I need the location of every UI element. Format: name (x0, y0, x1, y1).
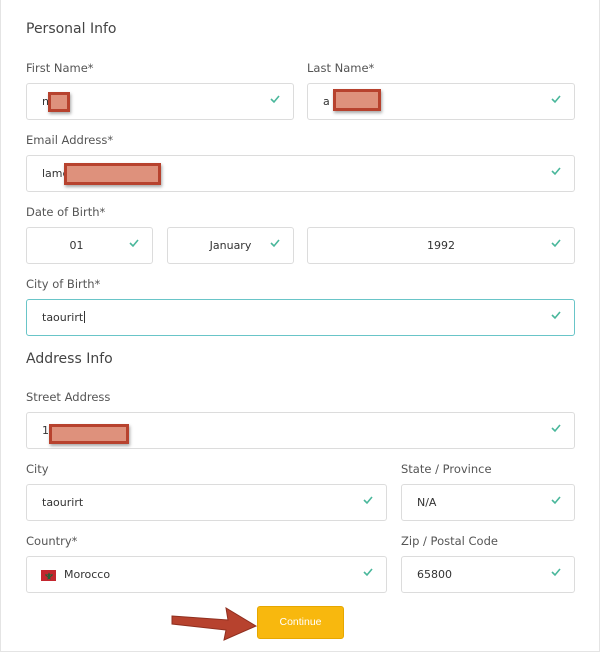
check-icon (548, 494, 564, 510)
zip-value: 65800 (417, 568, 452, 581)
redaction-box (333, 89, 381, 111)
last-name-label: Last Name* (307, 61, 375, 75)
zip-field[interactable]: 65800 (401, 556, 575, 593)
check-icon (548, 165, 564, 181)
country-value: Morocco (64, 568, 111, 581)
city-of-birth-field[interactable]: taourirt (26, 299, 575, 336)
first-name-label: First Name* (26, 61, 94, 75)
check-icon (267, 93, 283, 109)
text-caret (84, 311, 86, 323)
dob-day-value: 01 (69, 239, 84, 252)
state-value: N/A (417, 496, 437, 509)
dob-year-select[interactable]: 1992 (307, 227, 575, 264)
check-icon (267, 237, 283, 253)
street-value: 1 (42, 424, 49, 437)
street-label: Street Address (26, 390, 111, 404)
check-icon (548, 422, 564, 438)
state-field[interactable]: N/A (401, 484, 575, 521)
email-label: Email Address* (26, 133, 114, 147)
dob-year-value: 1992 (427, 239, 455, 252)
dob-month-select[interactable]: January (167, 227, 294, 264)
continue-button[interactable]: Continue (257, 606, 344, 639)
city-of-birth-label: City of Birth* (26, 277, 101, 291)
country-select[interactable]: Morocco (26, 556, 387, 593)
state-label: State / Province (401, 462, 492, 476)
city-field[interactable]: taourirt (26, 484, 387, 521)
redaction-box (64, 163, 161, 185)
address-info-title: Address Info (26, 351, 113, 367)
city-value: taourirt (42, 496, 84, 509)
check-icon (360, 494, 376, 510)
last-name-value: a (323, 95, 330, 108)
country-label: Country* (26, 534, 78, 548)
redaction-box (49, 424, 129, 444)
redaction-box (48, 92, 70, 112)
dob-label: Date of Birth* (26, 205, 106, 219)
check-icon (126, 237, 142, 253)
city-of-birth-value: taourirt (42, 311, 84, 324)
zip-label: Zip / Postal Code (401, 534, 498, 548)
check-icon (548, 309, 564, 325)
check-icon (360, 566, 376, 582)
check-icon (548, 93, 564, 109)
check-icon (548, 237, 564, 253)
city-label: City (26, 462, 49, 476)
dob-day-select[interactable]: 01 (26, 227, 153, 264)
check-icon (548, 566, 564, 582)
morocco-flag-icon (41, 570, 56, 581)
arrow-icon (171, 607, 258, 641)
personal-info-title: Personal Info (26, 21, 117, 37)
